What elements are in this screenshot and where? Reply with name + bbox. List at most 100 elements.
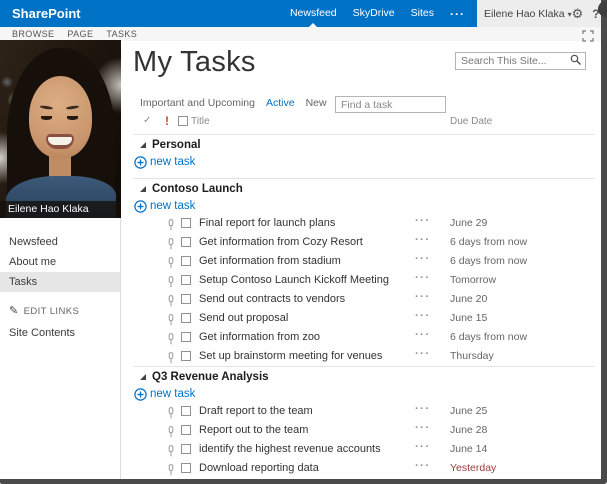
task-menu-ellipsis[interactable]: ···: [415, 234, 431, 246]
task-menu-ellipsis[interactable]: ···: [415, 422, 431, 434]
task-due-date: June 15: [450, 312, 487, 324]
task-checkbox[interactable]: [181, 294, 191, 304]
task-menu-ellipsis[interactable]: ···: [415, 348, 431, 360]
table-row: Get information from Cozy Resort ··· 6 d…: [133, 233, 595, 252]
important-column-icon[interactable]: !: [165, 114, 169, 128]
task-due-date: 6 days from now: [450, 255, 527, 267]
collapse-triangle-icon[interactable]: [140, 142, 146, 148]
sharepoint-logo[interactable]: SharePoint: [12, 6, 81, 21]
task-list: ✓ ! Title Due Date Personal new task Con…: [133, 112, 595, 484]
task-checkbox[interactable]: [181, 237, 191, 247]
main-content: My Tasks Important and Upcoming Active N…: [133, 40, 595, 484]
task-checkbox[interactable]: [181, 275, 191, 285]
sidebar: Eilene Hao Klaka Newsfeed About me Tasks…: [0, 40, 121, 484]
task-checkbox[interactable]: [181, 256, 191, 266]
task-menu-ellipsis[interactable]: ···: [415, 329, 431, 341]
filter-new[interactable]: New: [306, 97, 327, 109]
group-name: Contoso Launch: [152, 183, 243, 195]
task-checkbox[interactable]: [181, 218, 191, 228]
suite-link-sites[interactable]: Sites: [411, 0, 434, 27]
suite-bar: SharePoint Newsfeed SkyDrive Sites ···: [0, 0, 477, 27]
task-title[interactable]: Final report for launch plans: [199, 217, 335, 229]
due-date-column-header[interactable]: Due Date: [450, 116, 492, 127]
task-title[interactable]: Send out proposal: [199, 312, 288, 324]
task-groups: Personal new task Contoso Launch new tas…: [133, 134, 595, 478]
new-task-button[interactable]: new task: [133, 199, 595, 214]
user-menu[interactable]: Eilene Hao Klaka▾: [484, 8, 572, 20]
task-menu-ellipsis[interactable]: ···: [415, 291, 431, 303]
task-checkbox[interactable]: [181, 332, 191, 342]
table-row: Send out proposal ··· June 15: [133, 309, 595, 328]
suite-link-newsfeed[interactable]: Newsfeed: [290, 0, 337, 27]
tab-tasks[interactable]: TASKS: [106, 29, 137, 39]
table-row: Setup Contoso Launch Kickoff Meeting ···…: [133, 271, 595, 290]
task-title[interactable]: Set up brainstorm meeting for venues: [199, 350, 382, 362]
collapse-triangle-icon[interactable]: [140, 186, 146, 192]
task-due-date: Tomorrow: [450, 274, 496, 286]
task-menu-ellipsis[interactable]: ···: [415, 460, 431, 472]
suite-more-menu-icon[interactable]: ···: [450, 7, 465, 21]
search-icon[interactable]: [567, 53, 585, 69]
edit-links-button[interactable]: ✎EDIT LINKS: [0, 303, 121, 319]
column-header-row: ✓ ! Title Due Date: [133, 112, 595, 134]
table-row: Set up brainstorm meeting for venues ···…: [133, 347, 595, 366]
group-tasks: Final report for launch plans ··· June 2…: [133, 214, 595, 366]
completed-column-icon[interactable]: ✓: [143, 115, 151, 126]
task-due-date: 6 days from now: [450, 236, 527, 248]
task-title[interactable]: Get information from stadium: [199, 255, 341, 267]
group-header[interactable]: Q3 Revenue Analysis: [133, 367, 595, 387]
select-all-checkbox[interactable]: [178, 116, 188, 126]
task-title[interactable]: Download reporting data: [199, 462, 319, 474]
search-input[interactable]: [456, 55, 567, 67]
task-menu-ellipsis[interactable]: ···: [415, 215, 431, 227]
task-title[interactable]: Setup Contoso Launch Kickoff Meeting: [199, 274, 389, 286]
title-column-header[interactable]: Title: [191, 116, 210, 127]
group-header[interactable]: Personal: [133, 135, 595, 155]
task-due-date: June 28: [450, 424, 487, 436]
task-checkbox[interactable]: [181, 313, 191, 323]
new-task-button[interactable]: new task: [133, 155, 595, 178]
task-title[interactable]: Draft report to the team: [199, 405, 313, 417]
view-filter-row: Important and Upcoming Active New ···: [133, 96, 595, 113]
table-row: Get information from zoo ··· 6 days from…: [133, 328, 595, 347]
filter-active[interactable]: Active: [266, 97, 295, 109]
table-row: Download reporting data ··· Yesterday: [133, 459, 595, 478]
suite-link-skydrive[interactable]: SkyDrive: [353, 0, 395, 27]
task-menu-ellipsis[interactable]: ···: [415, 272, 431, 284]
new-task-button[interactable]: new task: [133, 387, 595, 402]
collapse-triangle-icon[interactable]: [140, 374, 146, 380]
task-menu-ellipsis[interactable]: ···: [415, 310, 431, 322]
group-header[interactable]: Contoso Launch: [133, 179, 595, 199]
task-checkbox[interactable]: [181, 406, 191, 416]
filter-important-upcoming[interactable]: Important and Upcoming: [140, 97, 255, 109]
sidebar-item-site-contents[interactable]: Site Contents: [0, 323, 121, 343]
sidebar-item-tasks[interactable]: Tasks: [0, 272, 121, 292]
task-title[interactable]: Get information from zoo: [199, 331, 320, 343]
find-task-input[interactable]: [335, 96, 446, 113]
task-due-date: 6 days from now: [450, 331, 527, 343]
task-group: Personal new task: [133, 134, 595, 178]
gear-icon[interactable]: ⚙: [572, 6, 584, 22]
task-title[interactable]: identify the highest revenue accounts: [199, 443, 381, 455]
partial-circle-decoration: [598, 1, 607, 17]
page-title: My Tasks: [133, 46, 256, 79]
task-menu-ellipsis[interactable]: ···: [415, 403, 431, 415]
user-name: Eilene Hao Klaka: [484, 8, 565, 20]
task-menu-ellipsis[interactable]: ···: [415, 441, 431, 453]
tab-page[interactable]: PAGE: [67, 29, 93, 39]
task-checkbox[interactable]: [181, 351, 191, 361]
sidebar-item-newsfeed[interactable]: Newsfeed: [0, 232, 121, 252]
task-checkbox[interactable]: [181, 463, 191, 473]
task-title[interactable]: Report out to the team: [199, 424, 308, 436]
task-menu-ellipsis[interactable]: ···: [415, 253, 431, 265]
sidebar-item-about-me[interactable]: About me: [0, 252, 121, 272]
focus-on-content-icon[interactable]: [582, 29, 594, 41]
task-due-date: June 25: [450, 405, 487, 417]
site-search-box: [455, 52, 586, 70]
task-group: Q3 Revenue Analysis new task Draft repor…: [133, 366, 595, 478]
tab-browse[interactable]: BROWSE: [12, 29, 54, 39]
task-title[interactable]: Send out contracts to vendors: [199, 293, 345, 305]
task-title[interactable]: Get information from Cozy Resort: [199, 236, 363, 248]
task-checkbox[interactable]: [181, 425, 191, 435]
task-checkbox[interactable]: [181, 444, 191, 454]
